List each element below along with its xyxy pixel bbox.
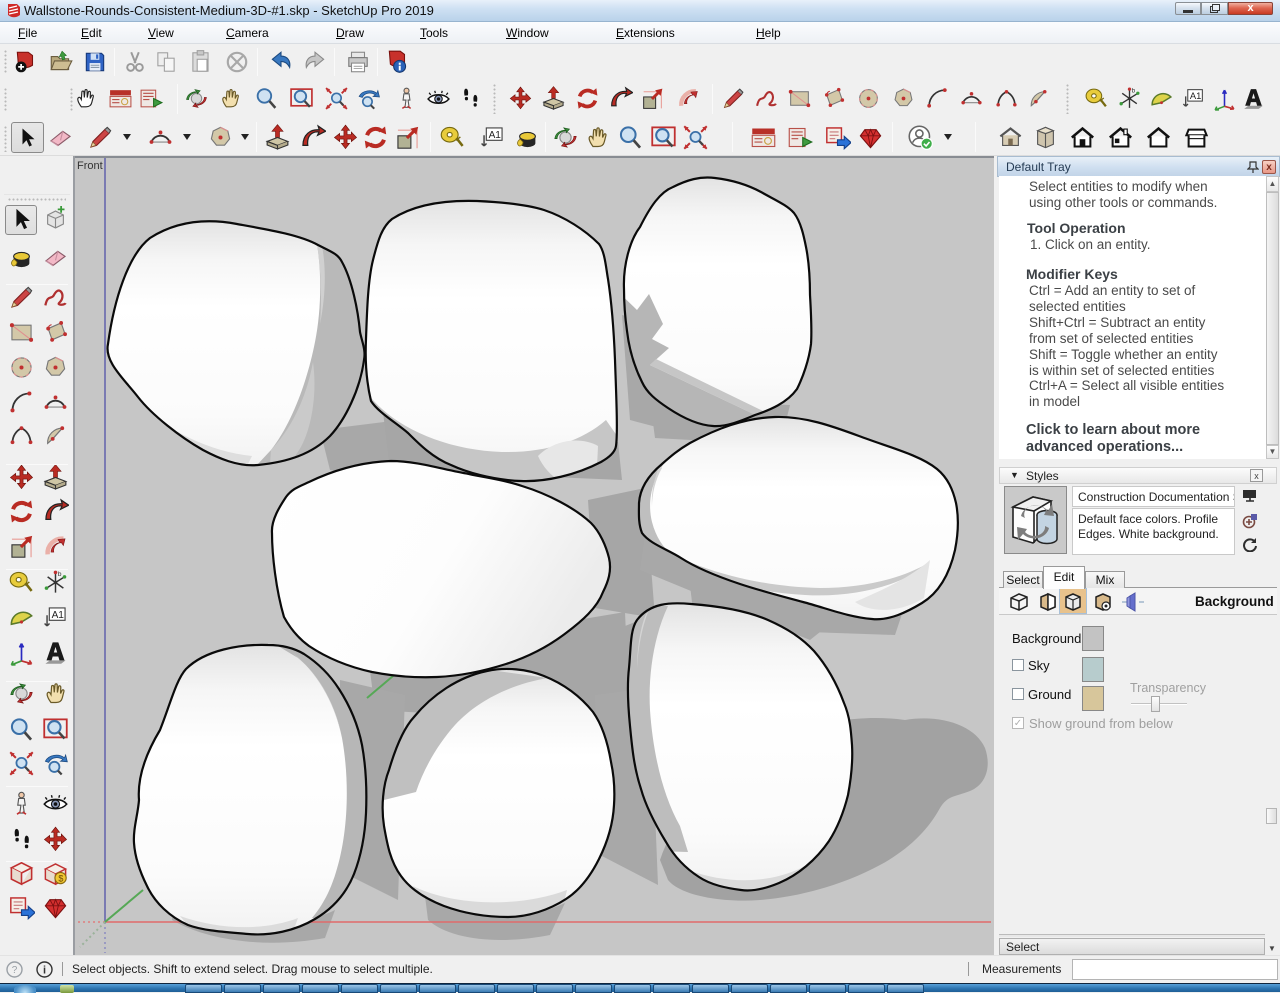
- svg-text:i: i: [43, 965, 46, 977]
- svg-text:?: ?: [12, 965, 18, 976]
- svg-text:Front: Front: [77, 160, 103, 172]
